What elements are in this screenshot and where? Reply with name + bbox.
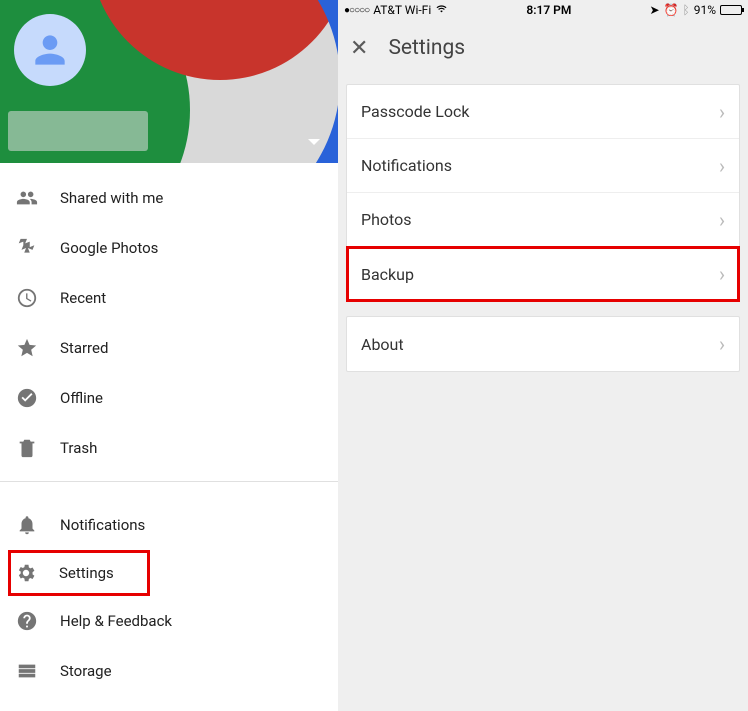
settings-screen: ●○○○○ AT&T Wi-Fi 8:17 PM ➤ ⏰ ᛒ 91% ✕ Set… xyxy=(338,0,748,711)
avatar-person-icon xyxy=(28,28,72,72)
help-icon xyxy=(16,610,60,632)
chevron-right-icon: › xyxy=(719,100,725,124)
settings-row-backup[interactable]: Backup › xyxy=(347,247,739,301)
sidebar-item-label: Starred xyxy=(60,339,108,357)
bluetooth-icon: ᛒ xyxy=(683,3,690,17)
signal-dots-icon: ●○○○○ xyxy=(344,5,369,16)
menu-divider xyxy=(0,481,338,482)
sidebar-item-label: Shared with me xyxy=(60,189,163,207)
bell-icon xyxy=(16,514,60,536)
account-caret-icon[interactable] xyxy=(308,139,320,145)
sidebar-item-label: Recent xyxy=(60,289,106,307)
carrier-label: AT&T Wi-Fi xyxy=(373,3,431,17)
battery-pct: 91% xyxy=(694,3,716,17)
alarm-icon: ⏰ xyxy=(664,3,679,17)
settings-row-notifications[interactable]: Notifications › xyxy=(347,139,739,193)
settings-row-label: Notifications xyxy=(361,156,452,175)
settings-row-label: About xyxy=(361,335,404,354)
settings-group-1: Passcode Lock › Notifications › Photos ›… xyxy=(346,84,740,302)
star-icon xyxy=(16,337,60,359)
chevron-right-icon: › xyxy=(719,262,725,286)
gear-icon xyxy=(15,562,59,584)
settings-row-label: Passcode Lock xyxy=(361,102,469,121)
settings-body: Passcode Lock › Notifications › Photos ›… xyxy=(338,76,748,380)
storage-icon xyxy=(16,660,60,682)
menu-top-section: Shared with me Google Photos Recent Star… xyxy=(0,163,338,473)
sidebar-item-label: Storage xyxy=(60,662,112,680)
sidebar-item-trash[interactable]: Trash xyxy=(0,423,338,473)
sidebar-item-offline[interactable]: Offline xyxy=(0,373,338,423)
settings-title: Settings xyxy=(388,36,465,60)
drawer-header xyxy=(0,0,338,163)
chevron-right-icon: › xyxy=(719,332,725,356)
settings-row-photos[interactable]: Photos › xyxy=(347,193,739,247)
sidebar-item-starred[interactable]: Starred xyxy=(0,323,338,373)
menu-bottom-section: Notifications Settings Help & Feedback S… xyxy=(0,490,338,696)
google-photos-icon xyxy=(16,237,60,259)
sidebar-item-label: Trash xyxy=(60,439,97,457)
clock-icon xyxy=(16,287,60,309)
sidebar-item-storage[interactable]: Storage xyxy=(0,646,338,696)
drive-drawer: Shared with me Google Photos Recent Star… xyxy=(0,0,338,711)
settings-row-about[interactable]: About › xyxy=(347,317,739,371)
sidebar-item-recent[interactable]: Recent xyxy=(0,273,338,323)
close-icon[interactable]: ✕ xyxy=(350,36,368,61)
status-right: ➤ ⏰ ᛒ 91% xyxy=(649,3,742,17)
wifi-icon xyxy=(435,3,448,17)
settings-group-2: About › xyxy=(346,316,740,372)
chevron-right-icon: › xyxy=(719,208,725,232)
account-info-block xyxy=(8,111,148,151)
sidebar-item-google-photos[interactable]: Google Photos xyxy=(0,223,338,273)
trash-icon xyxy=(16,437,60,459)
sidebar-item-label: Settings xyxy=(59,564,114,582)
settings-row-label: Backup xyxy=(361,265,414,284)
settings-row-passcode-lock[interactable]: Passcode Lock › xyxy=(347,85,739,139)
ios-status-bar: ●○○○○ AT&T Wi-Fi 8:17 PM ➤ ⏰ ᛒ 91% xyxy=(338,0,748,20)
sidebar-item-label: Offline xyxy=(60,389,103,407)
sidebar-item-label: Notifications xyxy=(60,516,145,534)
settings-header: ✕ Settings xyxy=(338,20,748,76)
offline-icon xyxy=(16,387,60,409)
avatar[interactable] xyxy=(14,14,86,86)
location-icon: ➤ xyxy=(649,3,659,17)
people-icon xyxy=(16,187,60,209)
status-left: ●○○○○ AT&T Wi-Fi xyxy=(344,3,448,17)
sidebar-item-settings[interactable]: Settings xyxy=(8,550,150,596)
sidebar-item-notifications[interactable]: Notifications xyxy=(0,500,338,550)
sidebar-item-label: Google Photos xyxy=(60,239,158,257)
settings-row-label: Photos xyxy=(361,210,412,229)
chevron-right-icon: › xyxy=(719,154,725,178)
battery-icon xyxy=(720,5,742,15)
sidebar-item-shared-with-me[interactable]: Shared with me xyxy=(0,173,338,223)
sidebar-item-help[interactable]: Help & Feedback xyxy=(0,596,338,646)
sidebar-item-label: Help & Feedback xyxy=(60,612,172,630)
status-time: 8:17 PM xyxy=(526,3,571,17)
